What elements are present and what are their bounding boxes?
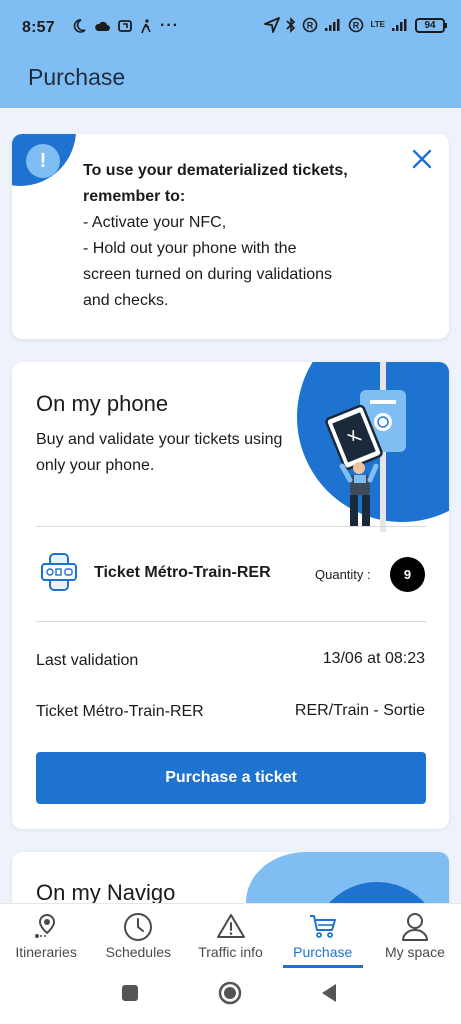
nav-traffic-info-label: Traffic info xyxy=(198,944,263,960)
lte-label: LTE xyxy=(370,20,385,29)
nav-purchase-label: Purchase xyxy=(293,944,353,960)
divider xyxy=(36,526,426,527)
info-line4: - Hold out your phone with the xyxy=(83,240,297,257)
status-right-icons: R R LTE 94 xyxy=(264,17,447,33)
status-left-icons: ··· xyxy=(72,17,179,35)
battery-icon: 94 xyxy=(415,17,447,33)
itinerary-pin-icon xyxy=(35,913,56,938)
divider xyxy=(36,621,426,622)
registered-icon: R xyxy=(303,17,318,33)
app-header: 8:57 ··· R R LTE 94 Purchase xyxy=(0,0,461,108)
close-icon[interactable] xyxy=(411,148,433,170)
exclamation-icon: ! xyxy=(26,144,60,178)
clock-icon xyxy=(124,913,153,941)
status-time: 8:57 xyxy=(22,19,55,36)
phone-validation-illustration xyxy=(297,362,449,532)
validated-ticket-value: RER/Train - Sortie xyxy=(294,702,425,719)
app-notification-icon xyxy=(118,20,132,32)
bluetooth-icon xyxy=(286,17,296,33)
last-validation-value: 13/06 at 08:23 xyxy=(322,650,425,667)
info-line3: - Activate your NFC, xyxy=(83,214,227,231)
walking-icon xyxy=(141,18,151,33)
nav-traffic-info[interactable]: Traffic info xyxy=(184,904,276,968)
nav-my-space[interactable]: My space xyxy=(369,904,461,968)
info-title-line2: remember to: xyxy=(83,188,186,205)
ticket-name: Ticket Métro-Train-RER xyxy=(94,564,271,581)
info-line6: and checks. xyxy=(83,292,169,309)
svg-text:R: R xyxy=(353,21,360,31)
nav-purchase[interactable]: Purchase xyxy=(277,904,369,968)
bottom-navigation: Itineraries Schedules Traffic info Purch… xyxy=(0,903,461,968)
info-title-line1: To use your dematerialized tickets, xyxy=(83,162,348,179)
on-my-phone-card: On my phone Buy and validate your ticket… xyxy=(12,362,449,829)
page-title: Purchase xyxy=(28,64,126,90)
info-line5: screen turned on during validations xyxy=(83,266,333,283)
system-navigation-bar xyxy=(0,968,461,1024)
ticket-icon xyxy=(41,553,77,591)
moon-icon xyxy=(73,19,86,33)
nav-itineraries[interactable]: Itineraries xyxy=(0,904,92,968)
cloud-icon xyxy=(95,21,110,31)
back-icon[interactable] xyxy=(320,983,338,1003)
quantity-label: Quantity : xyxy=(315,567,371,582)
phone-card-subtitle: Buy and validate your tickets using only… xyxy=(36,431,283,474)
user-icon xyxy=(401,913,428,941)
warning-triangle-icon xyxy=(216,914,245,938)
nav-schedules-label: Schedules xyxy=(105,944,171,960)
phone-card-title: On my phone xyxy=(36,391,169,416)
validated-ticket-label: Ticket Métro-Train-RER xyxy=(36,703,204,720)
shopping-cart-icon xyxy=(309,915,336,938)
home-icon[interactable] xyxy=(218,981,242,1005)
recent-apps-icon[interactable] xyxy=(121,984,139,1002)
more-notifications: ··· xyxy=(160,17,179,34)
info-message: To use your dematerialized tickets, reme… xyxy=(83,158,403,314)
nav-schedules[interactable]: Schedules xyxy=(92,904,184,968)
registered-icon-2: R xyxy=(349,17,364,33)
last-validation-label: Last validation xyxy=(36,652,139,669)
quantity-badge: 9 xyxy=(390,557,425,592)
location-arrow-icon xyxy=(264,17,281,33)
status-bar: 8:57 ··· R R LTE 94 xyxy=(0,14,461,44)
signal-icon-2 xyxy=(392,19,407,31)
nav-itineraries-label: Itineraries xyxy=(15,944,77,960)
signal-icon xyxy=(325,19,340,31)
nfc-info-card: ! To use your dematerialized tickets, re… xyxy=(12,134,449,339)
nav-my-space-label: My space xyxy=(384,944,445,960)
svg-text:R: R xyxy=(307,21,314,31)
purchase-ticket-button[interactable]: Purchase a ticket xyxy=(36,752,426,804)
